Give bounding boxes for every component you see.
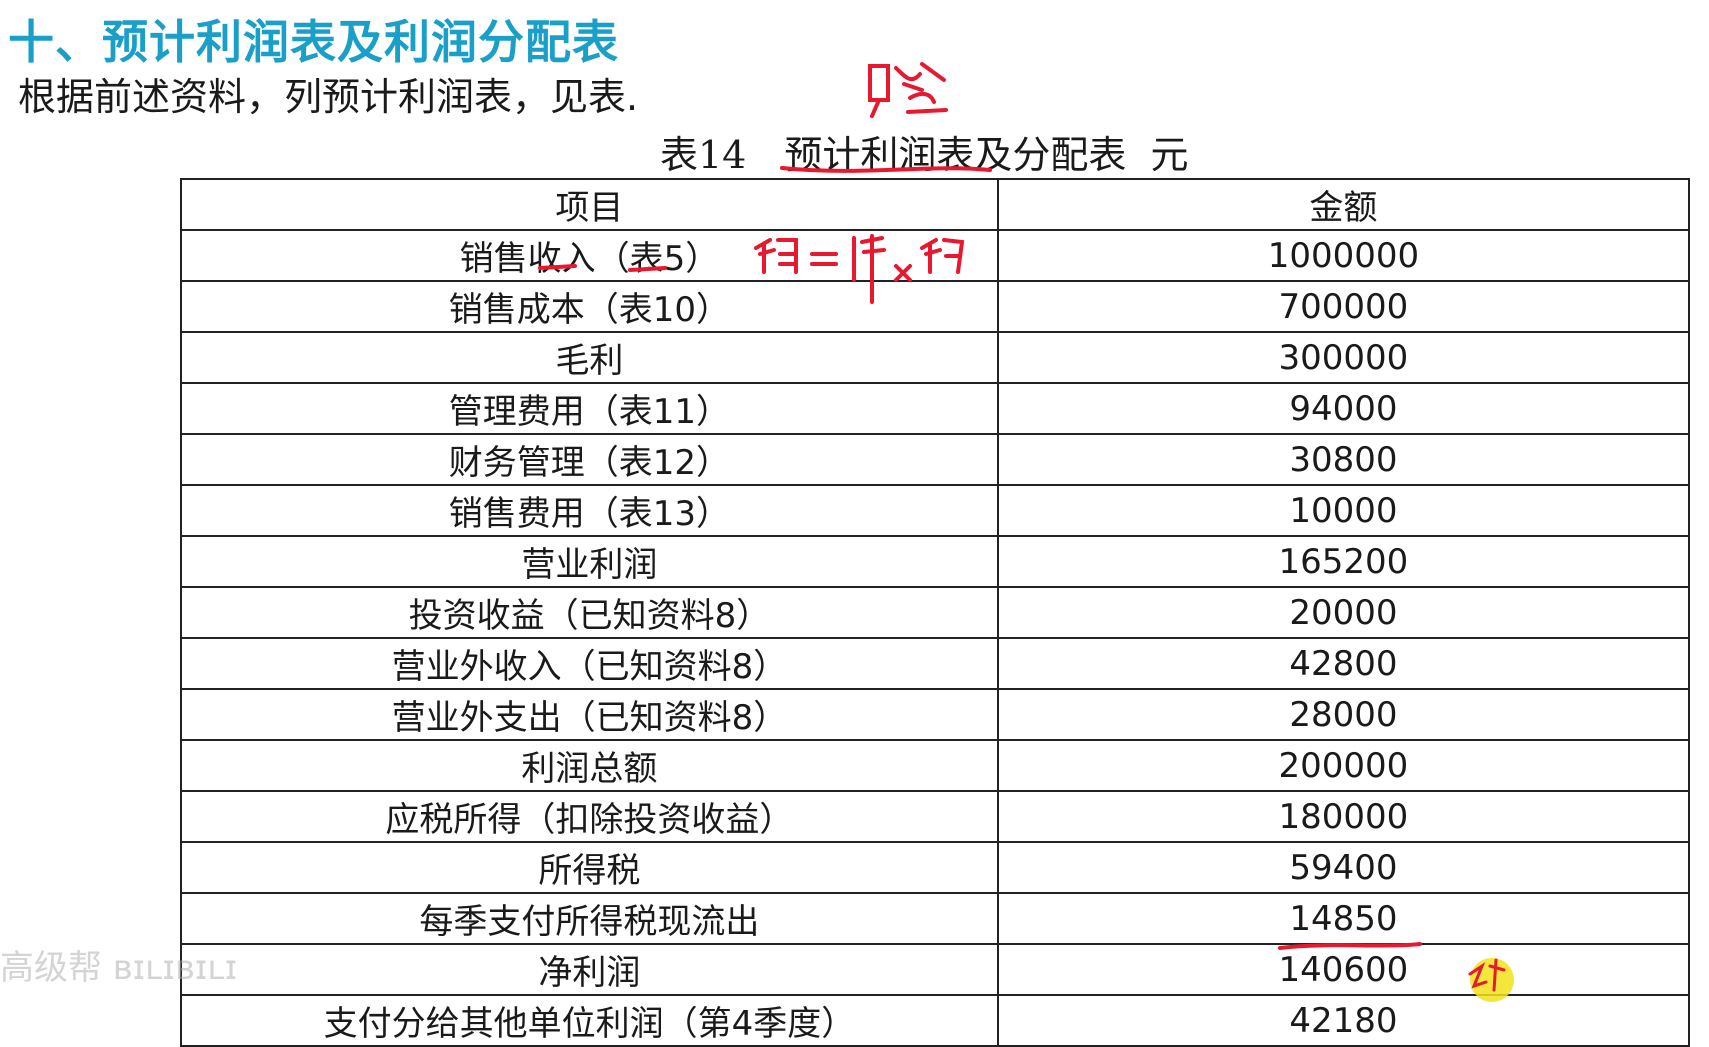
table-row: 毛利 300000 [180,331,1691,384]
row-item: 利润总额 [180,739,999,792]
row-amount: 200000 [996,739,1691,792]
row-amount: 30800 [996,433,1691,486]
row-item: 净利润 [180,943,999,996]
row-amount: 42800 [996,637,1691,690]
table-row: 销售成本（表10） 700000 [180,280,1691,333]
profit-table: 项目 金额 销售收入（表5） 1000000 销售成本（表10） 700000 毛利 30… [180,178,1691,1047]
row-item: 销售成本（表10） [180,280,999,333]
table-row: 营业外收入（已知资料8） 42800 [180,637,1691,690]
table-row: 支付分给其他单位利润（第4季度） 42180 [180,994,1691,1047]
section-heading: 十、预计利润表及利润分配表 [8,15,619,69]
row-amount: 300000 [996,331,1691,384]
row-item: 营业外收入（已知资料8） [180,637,999,690]
table-row: 销售收入（表5） 1000000 [180,229,1691,282]
row-item: 销售收入（表5） [180,229,999,282]
row-item: 销售费用（表13） [180,484,999,537]
row-item: 应税所得（扣除投资收益） [180,790,999,843]
row-item: 管理费用（表11） [180,382,999,435]
row-amount: 28000 [996,688,1691,741]
row-amount: 14850 [996,892,1691,945]
row-item: 毛利 [180,331,999,384]
row-item: 财务管理（表12） [180,433,999,486]
row-amount: 165200 [996,535,1691,588]
row-amount: 180000 [996,790,1691,843]
table-row: 净利润 140600 [180,943,1691,996]
row-amount: 140600 [996,943,1691,996]
row-amount: 10000 [996,484,1691,537]
table-title: 预计利润表及分配表 [784,133,1127,177]
table-row: 应税所得（扣除投资收益） 180000 [180,790,1691,843]
table-row: 所得税 59400 [180,841,1691,894]
table-row: 销售费用（表13） 10000 [180,484,1691,537]
row-amount: 20000 [996,586,1691,639]
row-amount: 1000000 [996,229,1691,282]
table-unit: 元 [1150,133,1189,177]
handwriting-annotation-top [868,62,948,118]
video-watermark: 高级帮 ʙɪʟɪʙɪʟɪ [0,948,238,988]
table-row: 利润总额 200000 [180,739,1691,792]
row-item: 营业外支出（已知资料8） [180,688,999,741]
row-item: 营业利润 [180,535,999,588]
row-item: 每季支付所得税现流出 [180,892,999,945]
table-number: 表14 [660,133,747,177]
header-amount: 金额 [996,178,1691,231]
row-amount: 700000 [996,280,1691,333]
row-item: 投资收益（已知资料8） [180,586,999,639]
table-row: 营业外支出（已知资料8） 28000 [180,688,1691,741]
header-item: 项目 [180,178,999,231]
row-item: 所得税 [180,841,999,894]
row-amount: 42180 [996,994,1691,1047]
table-row: 财务管理（表12） 30800 [180,433,1691,486]
table-header-row: 项目 金额 [180,178,1691,231]
row-item: 支付分给其他单位利润（第4季度） [180,994,999,1047]
table-caption: 表14 预计利润表及分配表 元 [660,124,1189,179]
intro-text: 根据前述资料，列预计利润表，见表. [18,75,639,119]
row-amount: 94000 [996,382,1691,435]
row-amount: 59400 [996,841,1691,894]
table-row: 管理费用（表11） 94000 [180,382,1691,435]
table-row: 营业利润 165200 [180,535,1691,588]
table-row: 每季支付所得税现流出 14850 [180,892,1691,945]
table-row: 投资收益（已知资料8） 20000 [180,586,1691,639]
